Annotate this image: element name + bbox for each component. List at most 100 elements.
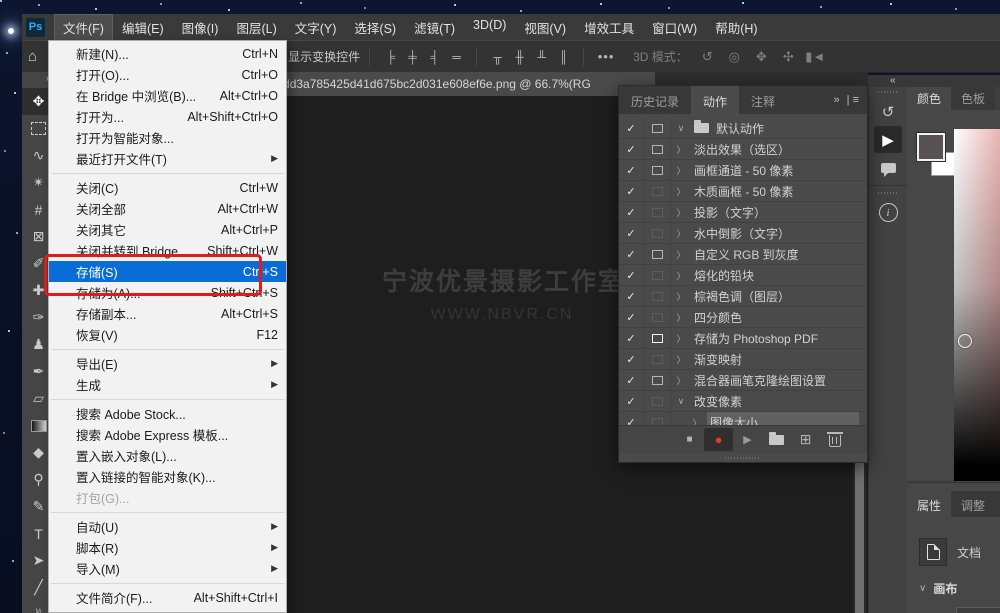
chevron-right-icon[interactable]: 〉 xyxy=(671,181,691,201)
file-menu-item-2[interactable]: 在 Bridge 中浏览(B)...Alt+Ctrl+O xyxy=(49,85,286,106)
file-menu-item-0[interactable]: 新建(N)...Ctrl+N xyxy=(49,43,286,64)
action-row-9[interactable]: ✓〉四分颜色 xyxy=(619,307,867,328)
file-menu-item-21[interactable]: 置入嵌入对象(L)... xyxy=(49,445,286,466)
chevron-right-icon[interactable]: 〉 xyxy=(687,412,707,425)
action-checkbox[interactable]: ✓ xyxy=(619,139,644,159)
chevron-right-icon[interactable]: 〉 xyxy=(671,139,691,159)
action-checkbox[interactable]: ✓ xyxy=(619,328,644,348)
align-left-icon[interactable]: ╞ xyxy=(379,50,401,64)
menubar-item-5[interactable]: 选择(S) xyxy=(345,14,405,41)
menubar-item-11[interactable]: 帮助(H) xyxy=(706,14,766,41)
file-menu-item-7[interactable]: 关闭(C)Ctrl+W xyxy=(49,177,286,198)
chevron-right-icon[interactable]: 〉 xyxy=(671,328,691,348)
align-top-icon[interactable]: ╥ xyxy=(486,50,508,64)
action-checkbox[interactable]: ✓ xyxy=(619,244,644,264)
actions-panel-icon[interactable]: ▶ xyxy=(874,126,902,153)
dialog-toggle[interactable] xyxy=(644,391,671,411)
action-row-14[interactable]: ✓〉图像大小 xyxy=(619,412,867,425)
dialog-toggle[interactable] xyxy=(644,139,671,159)
chevron-right-icon[interactable]: 〉 xyxy=(671,160,691,180)
file-menu-item-22[interactable]: 置入链接的智能对象(K)... xyxy=(49,466,286,487)
action-row-6[interactable]: ✓〉自定义 RGB 到灰度 xyxy=(619,244,867,265)
tab-调整[interactable]: 调整 xyxy=(951,491,995,517)
action-checkbox[interactable]: ✓ xyxy=(619,412,644,425)
color-gradient-field[interactable] xyxy=(954,129,1000,481)
action-checkbox[interactable]: ✓ xyxy=(619,265,644,285)
file-menu-item-10[interactable]: 关闭并转到 Bridge...Shift+Ctrl+W xyxy=(49,240,286,261)
chevron-right-icon[interactable]: 〉 xyxy=(671,286,691,306)
chevron-right-icon[interactable]: 〉 xyxy=(671,349,691,369)
action-checkbox[interactable]: ✓ xyxy=(619,181,644,201)
dock-grip[interactable] xyxy=(878,192,898,194)
action-checkbox[interactable]: ✓ xyxy=(619,223,644,243)
menubar-item-2[interactable]: 图像(I) xyxy=(173,14,228,41)
action-row-13[interactable]: ✓∨改变像素 xyxy=(619,391,867,412)
dialog-toggle[interactable] xyxy=(644,265,671,285)
play-button[interactable]: ▶ xyxy=(733,428,762,451)
dialog-toggle[interactable] xyxy=(644,328,671,348)
action-checkbox[interactable]: ✓ xyxy=(619,118,644,138)
chevron-right-icon[interactable]: 〉 xyxy=(671,244,691,264)
file-menu-item-14[interactable]: 恢复(V)F12 xyxy=(49,324,286,345)
slide-3d-icon[interactable]: ✣ xyxy=(775,49,802,65)
action-row-5[interactable]: ✓〉水中倒影（文字） xyxy=(619,223,867,244)
roll-3d-icon[interactable]: ◎ xyxy=(721,49,748,65)
width-input[interactable] xyxy=(956,607,1000,613)
canvas-section-header[interactable]: ∨ 画布 xyxy=(919,580,1000,597)
action-checkbox[interactable]: ✓ xyxy=(619,286,644,306)
distribute-h-icon[interactable]: ═ xyxy=(445,50,467,64)
new-folder-button[interactable] xyxy=(762,428,791,451)
tab-注释[interactable]: 注释 xyxy=(739,86,787,114)
camera-3d-icon[interactable]: ▮◄ xyxy=(802,49,829,65)
file-menu-item-27[interactable]: 导入(M)▶ xyxy=(49,558,286,579)
action-checkbox[interactable]: ✓ xyxy=(619,307,644,327)
action-row-8[interactable]: ✓〉棕褐色调（图层） xyxy=(619,286,867,307)
history-panel-icon[interactable]: ↺ xyxy=(874,99,902,124)
action-row-4[interactable]: ✓〉投影（文字） xyxy=(619,202,867,223)
distribute-v-icon[interactable]: ║ xyxy=(552,50,574,64)
file-menu-item-8[interactable]: 关闭全部Alt+Ctrl+W xyxy=(49,198,286,219)
show-transform-label[interactable]: 显示变换控件 xyxy=(288,48,360,65)
file-menu-item-4[interactable]: 打开为智能对象... xyxy=(49,127,286,148)
tab-色板[interactable]: 色板 xyxy=(951,84,995,110)
dialog-toggle[interactable] xyxy=(644,181,671,201)
file-menu-item-3[interactable]: 打开为...Alt+Shift+Ctrl+O xyxy=(49,106,286,127)
action-row-11[interactable]: ✓〉渐变映射 xyxy=(619,349,867,370)
align-center-h-icon[interactable]: ╪ xyxy=(401,50,423,64)
align-bottom-icon[interactable]: ╨ xyxy=(530,50,552,64)
align-center-v-icon[interactable]: ╫ xyxy=(508,50,530,64)
dialog-toggle[interactable] xyxy=(644,412,671,425)
dialog-toggle[interactable] xyxy=(644,349,671,369)
action-checkbox[interactable]: ✓ xyxy=(619,370,644,390)
action-row-10[interactable]: ✓〉存储为 Photoshop PDF xyxy=(619,328,867,349)
chevron-right-icon[interactable]: 〉 xyxy=(671,223,691,243)
menubar-item-3[interactable]: 图层(L) xyxy=(227,14,285,41)
file-menu-item-19[interactable]: 搜索 Adobe Stock... xyxy=(49,403,286,424)
menubar-item-0[interactable]: 文件(F) xyxy=(54,14,113,41)
dialog-toggle[interactable] xyxy=(644,244,671,264)
new-action-button[interactable]: ⊞ xyxy=(791,428,820,451)
action-row-2[interactable]: ✓〉画框通道 - 50 像素 xyxy=(619,160,867,181)
file-menu-item-26[interactable]: 脚本(R)▶ xyxy=(49,537,286,558)
menubar-item-9[interactable]: 增效工具 xyxy=(575,14,643,41)
file-menu-item-17[interactable]: 生成▶ xyxy=(49,374,286,395)
action-row-3[interactable]: ✓〉木质画框 - 50 像素 xyxy=(619,181,867,202)
action-checkbox[interactable]: ✓ xyxy=(619,391,644,411)
chevron-right-icon[interactable]: 〉 xyxy=(671,202,691,222)
chevron-down-icon[interactable]: ∨ xyxy=(671,391,691,411)
action-checkbox[interactable]: ✓ xyxy=(619,202,644,222)
action-checkbox[interactable]: ✓ xyxy=(619,160,644,180)
chevron-down-icon[interactable]: ∨ xyxy=(671,118,691,138)
dialog-toggle[interactable] xyxy=(644,307,671,327)
document-properties-row[interactable]: 文档 xyxy=(919,538,1000,566)
tab-颜色[interactable]: 颜色 xyxy=(907,84,951,110)
chevron-right-icon[interactable]: 〉 xyxy=(671,307,691,327)
action-row-7[interactable]: ✓〉熔化的铅块 xyxy=(619,265,867,286)
orbit-3d-icon[interactable]: ↺ xyxy=(694,49,721,65)
action-row-0[interactable]: ✓∨默认动作 xyxy=(619,118,867,139)
foreground-color-swatch[interactable] xyxy=(917,133,945,161)
file-menu-item-25[interactable]: 自动(U)▶ xyxy=(49,516,286,537)
stop-button[interactable]: ■ xyxy=(675,428,704,451)
menubar-item-8[interactable]: 视图(V) xyxy=(515,14,575,41)
file-menu-item-13[interactable]: 存储副本...Alt+Ctrl+S xyxy=(49,303,286,324)
